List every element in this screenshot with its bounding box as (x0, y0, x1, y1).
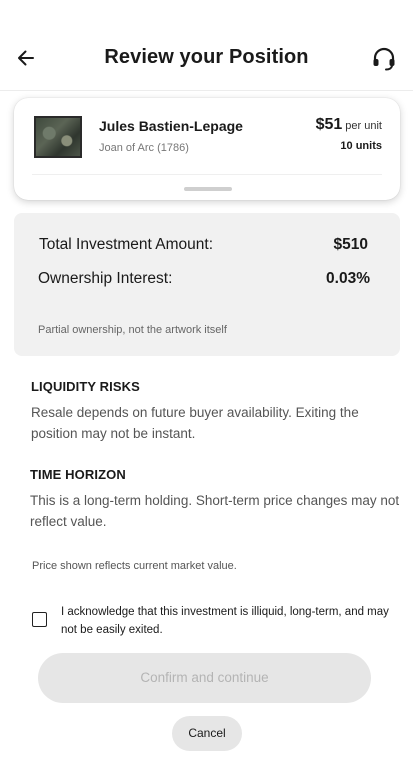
unit-price: $51 per unit (316, 116, 382, 134)
drag-handle[interactable] (184, 187, 232, 191)
liquidity-risks-heading: LIQUIDITY RISKS (31, 379, 140, 394)
total-investment-label: Total Investment Amount: (39, 236, 214, 253)
artist-name: Jules Bastien-Lepage (99, 118, 243, 134)
per-unit-label: per unit (345, 120, 382, 132)
support-button[interactable] (371, 46, 397, 72)
price-value: $51 (315, 116, 343, 133)
confirm-button[interactable]: Confirm and continue (38, 653, 371, 703)
headset-icon[interactable] (371, 46, 397, 72)
page-title: Review your Position (104, 46, 309, 68)
artwork-card[interactable]: Jules Bastien-Lepage Joan of Arc (1786) … (14, 98, 400, 200)
artwork-title: Joan of Arc (1786) (99, 142, 189, 154)
time-horizon-text: This is a long-term holding. Short-term … (30, 493, 400, 529)
investment-summary: Total Investment Amount: $510 Ownership … (14, 213, 400, 356)
total-investment-value: $510 (333, 236, 368, 253)
time-horizon-heading: TIME HORIZON (30, 467, 126, 482)
artwork-thumbnail (34, 116, 82, 158)
liquidity-risks-text: Resale depends on future buyer availabil… (31, 405, 359, 441)
acknowledge-label[interactable]: I acknowledge that this investment is il… (61, 604, 391, 639)
ownership-interest-label: Ownership Interest: (38, 270, 173, 287)
ownership-interest-value: 0.03% (326, 270, 370, 287)
ownership-note: Partial ownership, not the artwork itsel… (38, 324, 227, 336)
card-divider (32, 174, 382, 175)
acknowledge-checkbox[interactable] (32, 612, 47, 627)
cancel-button[interactable]: Cancel (172, 716, 242, 751)
unit-count: 10 units (340, 140, 382, 152)
price-note: Price shown reflects current market valu… (32, 560, 237, 572)
